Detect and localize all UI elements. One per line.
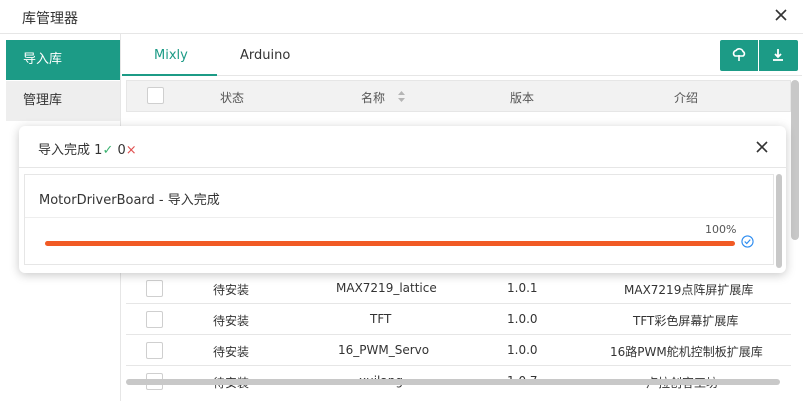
table-row[interactable]: 待安装 16_PWM_Servo 1.0.0 16路PWM舵机控制板扩展库 <box>126 335 791 366</box>
download-icon <box>773 49 783 61</box>
title-bar: 库管理器 <box>0 0 803 34</box>
progress-percent: 100% <box>705 223 737 236</box>
select-all-checkbox[interactable] <box>147 87 164 104</box>
cloud-icon <box>732 48 746 61</box>
active-tab-indicator <box>122 74 217 76</box>
header-status: 状态 <box>220 91 245 105</box>
library-manager-window: 库管理器 导入库 管理库 Mixly Arduino 状态 名称 版本 介绍 待… <box>0 0 803 401</box>
progress-fill <box>45 241 735 246</box>
row-status: 待安装 <box>213 314 250 328</box>
row-intro: 16路PWM舵机控制板扩展库 <box>610 345 763 359</box>
import-item: MotorDriverBoard - 导入完成 100% <box>24 174 774 265</box>
progress-bar <box>45 241 735 246</box>
row-version: 1.0.0 <box>507 343 538 357</box>
dialog-title-text: 导入完成 <box>38 143 91 158</box>
header-name[interactable]: 名称 <box>361 89 385 106</box>
window-title: 库管理器 <box>22 11 78 27</box>
row-checkbox[interactable] <box>146 311 163 328</box>
close-icon[interactable] <box>772 6 790 24</box>
table-header: 状态 名称 版本 介绍 <box>126 80 791 112</box>
horizontal-scrollbar[interactable] <box>126 379 780 385</box>
cross-icon: × <box>125 143 137 158</box>
row-name: 16_PWM_Servo <box>338 343 430 357</box>
import-result-dialog: 导入完成 1✓ 0× MotorDriverBoard - 导入完成 100% <box>19 126 786 273</box>
dialog-title: 导入完成 1✓ 0× <box>38 139 137 158</box>
import-item-name: MotorDriverBoard - 导入完成 <box>39 193 220 208</box>
dialog-header: 导入完成 1✓ 0× <box>19 126 786 168</box>
row-status: 待安装 <box>213 283 250 297</box>
header-intro: 介绍 <box>674 91 699 105</box>
row-checkbox[interactable] <box>146 280 163 297</box>
check-circle-icon <box>741 235 754 248</box>
vertical-scrollbar[interactable] <box>791 80 799 240</box>
row-name: TFT <box>370 312 392 326</box>
cloud-button[interactable] <box>720 40 758 71</box>
check-icon: ✓ <box>102 143 114 158</box>
download-button[interactable] <box>759 40 798 71</box>
divider <box>25 217 773 218</box>
tab-bar: Mixly Arduino <box>122 38 802 76</box>
row-status: 待安装 <box>213 345 250 359</box>
dialog-scrollbar[interactable] <box>776 174 782 268</box>
sidebar-item-import[interactable]: 导入库 <box>6 40 120 80</box>
header-version: 版本 <box>510 91 535 105</box>
row-intro: TFT彩色屏幕扩展库 <box>633 314 739 328</box>
table-row[interactable]: 待安装 TFT 1.0.0 TFT彩色屏幕扩展库 <box>126 304 791 335</box>
row-intro: MAX7219点阵屏扩展库 <box>624 283 754 297</box>
tab-arduino[interactable]: Arduino <box>240 48 290 63</box>
sort-icon[interactable] <box>397 90 406 103</box>
table-row[interactable]: 待安装 MAX7219_lattice 1.0.1 MAX7219点阵屏扩展库 <box>126 273 791 304</box>
row-checkbox[interactable] <box>146 342 163 359</box>
sidebar-item-manage[interactable]: 管理库 <box>6 81 120 121</box>
tab-mixly[interactable]: Mixly <box>154 48 188 63</box>
fail-count: 0 <box>117 143 126 158</box>
close-icon[interactable] <box>754 139 770 155</box>
row-version: 1.0.1 <box>507 281 538 295</box>
row-name: MAX7219_lattice <box>336 281 437 295</box>
row-version: 1.0.0 <box>507 312 538 326</box>
